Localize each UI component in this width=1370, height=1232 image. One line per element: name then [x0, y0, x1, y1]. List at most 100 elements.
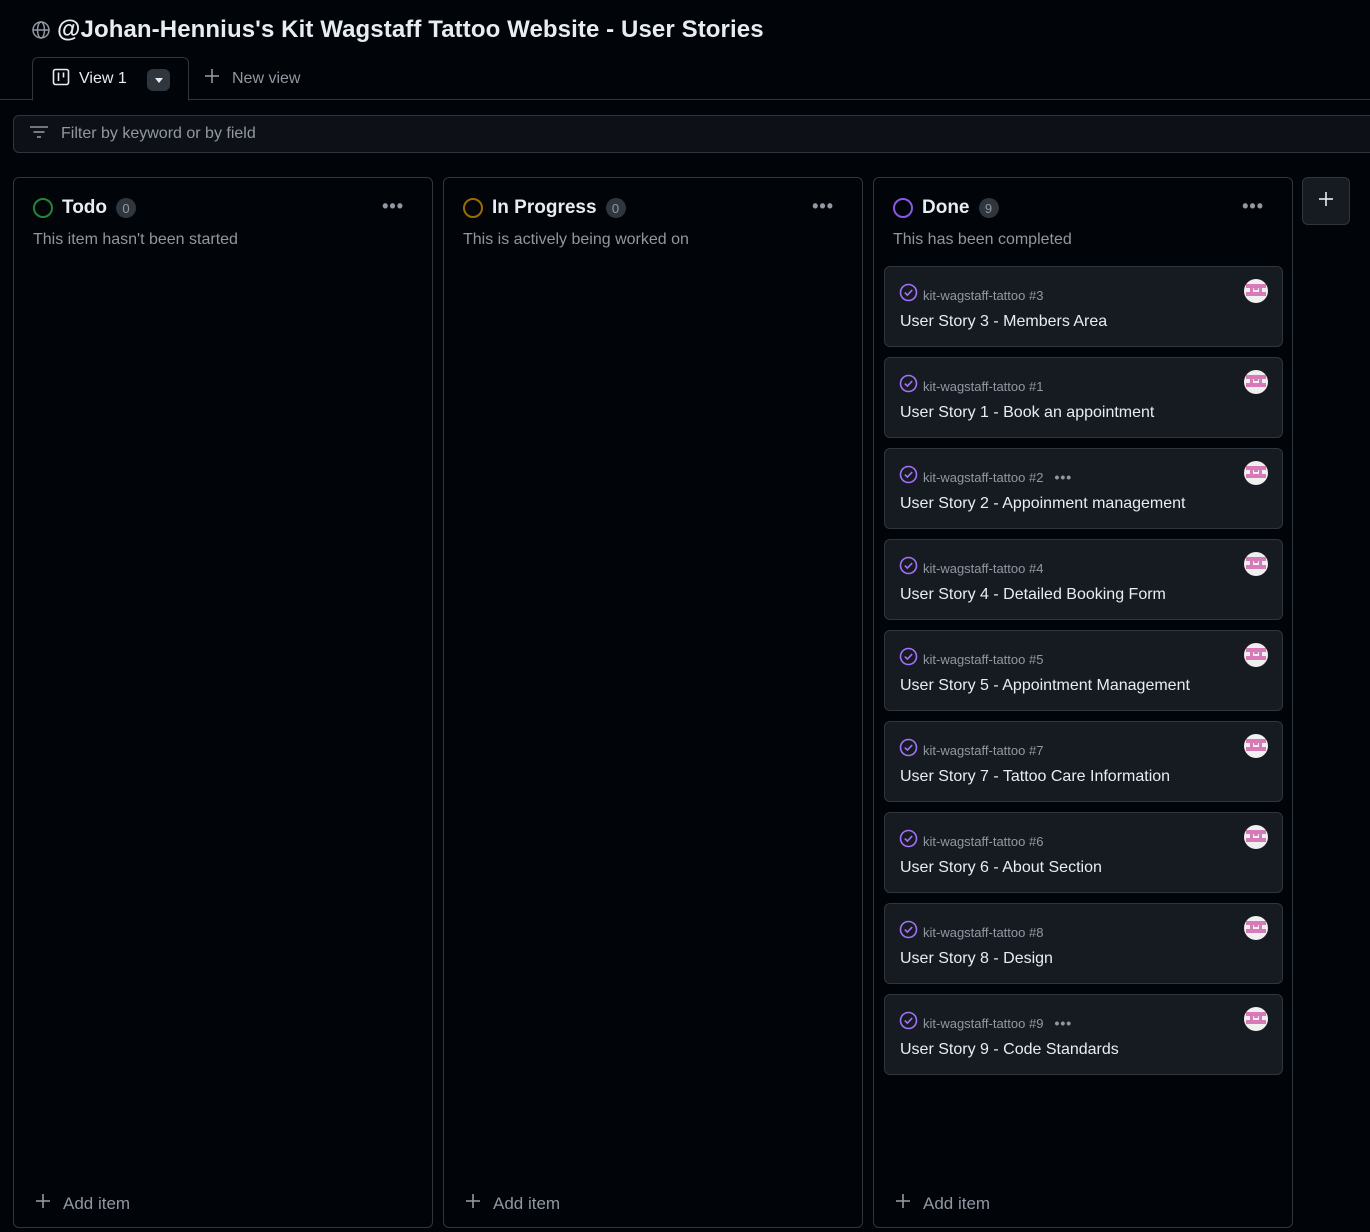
in-progress-status-icon — [463, 198, 483, 218]
column-menu-button[interactable]: ••• — [1242, 196, 1264, 217]
filter-icon — [29, 125, 49, 144]
card-meta: kit-wagstaff-tattoo #4 — [899, 556, 1043, 580]
column-header: Done 9 — [893, 197, 999, 219]
issue-card[interactable]: kit-wagstaff-tattoo #3 User Story 3 - Me… — [884, 266, 1283, 347]
filter-input[interactable]: Filter by keyword or by field — [13, 115, 1370, 153]
card-repo-number[interactable]: kit-wagstaff-tattoo #5 — [923, 652, 1043, 667]
card-meta: kit-wagstaff-tattoo #1 — [899, 374, 1043, 398]
issue-card[interactable]: kit-wagstaff-tattoo #5 User Story 5 - Ap… — [884, 630, 1283, 711]
card-title[interactable]: User Story 3 - Members Area — [900, 313, 1107, 331]
issue-closed-icon — [899, 283, 918, 307]
card-title[interactable]: User Story 5 - Appointment Management — [900, 677, 1190, 695]
card-repo-number[interactable]: kit-wagstaff-tattoo #6 — [923, 834, 1043, 849]
title-row: @Johan-Hennius's Kit Wagstaff Tattoo Web… — [31, 16, 764, 44]
done-status-icon — [893, 198, 913, 218]
card-meta: kit-wagstaff-tattoo #7 — [899, 738, 1043, 762]
card-title[interactable]: User Story 4 - Detailed Booking Form — [900, 586, 1166, 604]
card-meta: kit-wagstaff-tattoo #2 ••• — [899, 465, 1072, 489]
card-repo-number[interactable]: kit-wagstaff-tattoo #7 — [923, 743, 1043, 758]
issue-closed-icon — [899, 465, 918, 489]
column-description: This has been completed — [893, 231, 1072, 248]
assignee-avatar[interactable] — [1244, 1007, 1268, 1031]
new-view-label: New view — [232, 69, 301, 87]
card-title[interactable]: User Story 7 - Tattoo Care Information — [900, 768, 1170, 786]
plus-icon — [35, 1193, 51, 1214]
column-todo: Todo 0 ••• This item hasn't been started… — [13, 177, 433, 1228]
board-icon — [52, 68, 70, 91]
add-item-label: Add item — [493, 1193, 561, 1213]
column-in-progress: In Progress 0 ••• This is actively being… — [443, 177, 863, 1228]
card-repo-number[interactable]: kit-wagstaff-tattoo #9 — [923, 1016, 1043, 1031]
project-header: @Johan-Hennius's Kit Wagstaff Tattoo Web… — [0, 0, 1370, 101]
card-title[interactable]: User Story 6 - About Section — [900, 859, 1102, 877]
new-view-button[interactable]: New view — [204, 68, 300, 89]
issue-card[interactable]: kit-wagstaff-tattoo #9 ••• User Story 9 … — [884, 994, 1283, 1075]
column-header: Todo 0 — [33, 197, 137, 219]
card-more-icon[interactable]: ••• — [1054, 1015, 1072, 1031]
assignee-avatar[interactable] — [1244, 552, 1268, 576]
todo-status-icon — [33, 198, 53, 218]
column-description: This is actively being worked on — [463, 231, 689, 248]
assignee-avatar[interactable] — [1244, 279, 1268, 303]
issue-closed-icon — [899, 738, 918, 762]
column-description: This item hasn't been started — [33, 231, 238, 248]
tab-view-1[interactable]: View 1 — [32, 57, 189, 101]
add-item-label: Add item — [63, 1193, 131, 1213]
card-meta: kit-wagstaff-tattoo #9 ••• — [899, 1011, 1072, 1035]
card-list: kit-wagstaff-tattoo #3 User Story 3 - Me… — [884, 266, 1283, 1085]
issue-card[interactable]: kit-wagstaff-tattoo #2 ••• User Story 2 … — [884, 448, 1283, 529]
column-count: 0 — [116, 198, 137, 218]
card-title[interactable]: User Story 2 - Appoinment management — [900, 495, 1185, 513]
column-header: In Progress 0 — [463, 197, 626, 219]
assignee-avatar[interactable] — [1244, 825, 1268, 849]
card-title[interactable]: User Story 9 - Code Standards — [900, 1041, 1119, 1059]
add-item-label: Add item — [923, 1193, 991, 1213]
issue-card[interactable]: kit-wagstaff-tattoo #8 User Story 8 - De… — [884, 903, 1283, 984]
plus-icon — [204, 68, 220, 89]
view-options-button[interactable] — [147, 69, 170, 91]
add-column-button[interactable] — [1302, 177, 1350, 225]
issue-card[interactable]: kit-wagstaff-tattoo #6 User Story 6 - Ab… — [884, 812, 1283, 893]
column-count: 9 — [978, 198, 999, 218]
assignee-avatar[interactable] — [1244, 916, 1268, 940]
card-title[interactable]: User Story 8 - Design — [900, 950, 1053, 968]
assignee-avatar[interactable] — [1244, 643, 1268, 667]
assignee-avatar[interactable] — [1244, 461, 1268, 485]
card-repo-number[interactable]: kit-wagstaff-tattoo #4 — [923, 561, 1043, 576]
card-title[interactable]: User Story 1 - Book an appointment — [900, 404, 1154, 422]
issue-card[interactable]: kit-wagstaff-tattoo #4 User Story 4 - De… — [884, 539, 1283, 620]
issue-closed-icon — [899, 920, 918, 944]
tab-label: View 1 — [79, 70, 127, 87]
assignee-avatar[interactable] — [1244, 734, 1268, 758]
column-title: In Progress — [492, 197, 597, 218]
issue-closed-icon — [899, 647, 918, 671]
card-repo-number[interactable]: kit-wagstaff-tattoo #1 — [923, 379, 1043, 394]
issue-closed-icon — [899, 374, 918, 398]
card-more-icon[interactable]: ••• — [1054, 469, 1072, 485]
add-item-button[interactable]: Add item — [465, 1193, 560, 1214]
issue-card[interactable]: kit-wagstaff-tattoo #7 User Story 7 - Ta… — [884, 721, 1283, 802]
plus-icon — [1318, 191, 1334, 212]
issue-closed-icon — [899, 556, 918, 580]
column-menu-button[interactable]: ••• — [382, 196, 404, 217]
card-meta: kit-wagstaff-tattoo #8 — [899, 920, 1043, 944]
card-meta: kit-wagstaff-tattoo #6 — [899, 829, 1043, 853]
issue-card[interactable]: kit-wagstaff-tattoo #1 User Story 1 - Bo… — [884, 357, 1283, 438]
triangle-down-icon — [154, 71, 164, 89]
card-repo-number[interactable]: kit-wagstaff-tattoo #8 — [923, 925, 1043, 940]
card-meta: kit-wagstaff-tattoo #5 — [899, 647, 1043, 671]
plus-icon — [895, 1193, 911, 1214]
column-title: Done — [922, 197, 970, 218]
column-menu-button[interactable]: ••• — [812, 196, 834, 217]
column-done: Done 9 ••• This has been completed kit-w… — [873, 177, 1293, 1228]
plus-icon — [465, 1193, 481, 1214]
issue-closed-icon — [899, 1011, 918, 1035]
assignee-avatar[interactable] — [1244, 370, 1268, 394]
column-title: Todo — [62, 197, 108, 218]
card-repo-number[interactable]: kit-wagstaff-tattoo #3 — [923, 288, 1043, 303]
add-item-button[interactable]: Add item — [895, 1193, 990, 1214]
add-item-button[interactable]: Add item — [35, 1193, 130, 1214]
column-count: 0 — [605, 198, 626, 218]
page-title: @Johan-Hennius's Kit Wagstaff Tattoo Web… — [57, 16, 764, 43]
card-repo-number[interactable]: kit-wagstaff-tattoo #2 — [923, 470, 1043, 485]
